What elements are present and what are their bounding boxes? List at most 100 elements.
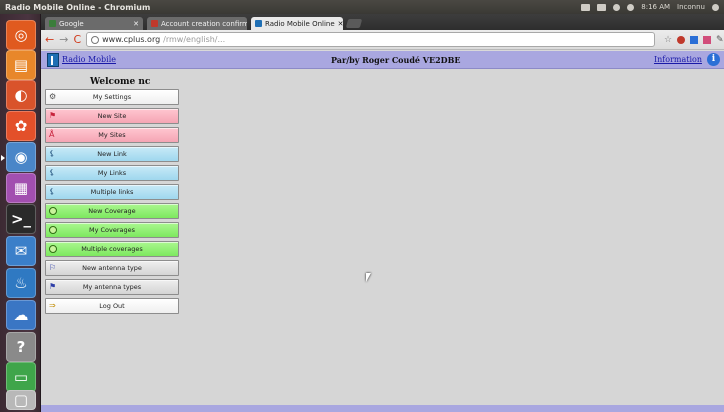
clock[interactable]: 8:16 AM <box>641 3 670 11</box>
coverage-icon <box>49 226 57 234</box>
top-panel: Radio Mobile Online - Chromium 8:16 AM I… <box>0 0 724 14</box>
tab-google[interactable]: Google ✕ <box>45 17 143 30</box>
menu-button-new-coverage[interactable]: New Coverage <box>45 203 179 219</box>
extension-icon[interactable] <box>677 35 685 44</box>
menu-button-label: Multiple coverages <box>81 245 143 253</box>
radio-mobile-logo[interactable] <box>47 53 59 67</box>
settings-icon[interactable]: ✿ <box>6 111 36 141</box>
reload-button[interactable]: C <box>73 34 81 45</box>
antenna-icon: ⚑ <box>49 282 57 291</box>
browser-toolbar: ← → C www.cplus.org/rmw/english/... ☆ ✎ <box>41 30 724 50</box>
menu-button-multiple-links[interactable]: ⚸ Multiple links <box>45 184 179 200</box>
workspace-icon-glyph: ▦ <box>13 179 29 197</box>
messaging-icon-glyph: ✉ <box>14 242 28 260</box>
system-tray: 8:16 AM Inconnu <box>581 3 719 11</box>
close-icon[interactable]: ✕ <box>133 20 139 28</box>
trash-icon[interactable]: ▢ <box>6 390 36 410</box>
settings-icon-glyph: ✿ <box>14 117 28 135</box>
menu-button-label: New Site <box>97 112 127 120</box>
welcome-heading: Welcome nc <box>90 77 151 87</box>
site-home-link[interactable]: Radio Mobile <box>62 55 116 64</box>
mouse-cursor <box>366 273 371 282</box>
menu-button-my-antenna-types[interactable]: ⚑ My antenna types <box>45 279 179 295</box>
firefox-icon-glyph: ◐ <box>14 86 28 104</box>
firefox-icon[interactable]: ◐ <box>6 80 36 110</box>
messaging-icon[interactable]: ✉ <box>6 236 36 266</box>
cloud-icon[interactable]: ☁ <box>6 300 36 330</box>
mail-favicon-icon <box>151 20 158 27</box>
menu-button-new-link[interactable]: ⚸ New Link <box>45 146 179 162</box>
terminal-icon-glyph: >_ <box>10 210 32 228</box>
menu-button-label: New Coverage <box>88 207 136 215</box>
link-icon: ⚸ <box>49 168 55 177</box>
archive-icon-glyph: ▭ <box>13 368 29 386</box>
globe-icon <box>91 35 100 44</box>
menu-button-label: Log Out <box>99 302 125 310</box>
forward-button[interactable]: → <box>59 34 68 45</box>
menu-button-my-settings[interactable]: ⚙ My Settings <box>45 89 179 105</box>
new-tab-button[interactable] <box>345 19 363 28</box>
menu-button-my-sites[interactable]: Å My Sites <box>45 127 179 143</box>
antenna-icon: ⚐ <box>49 263 57 272</box>
chromium-icon-glyph: ◉ <box>14 148 28 166</box>
page-content: Radio Mobile Par/by Roger Coudé VE2DBE I… <box>41 51 724 412</box>
page-footer-bar <box>41 405 724 412</box>
extension-icon[interactable] <box>690 35 698 44</box>
network-icon[interactable] <box>613 3 621 11</box>
menu-button-new-site[interactable]: ⚑ New Site <box>45 108 179 124</box>
address-bar[interactable]: www.cplus.org/rmw/english/... <box>86 32 655 47</box>
site-icon: Å <box>49 130 55 139</box>
url-path: /rmw/english/... <box>163 35 226 44</box>
back-button[interactable]: ← <box>45 34 54 45</box>
info-icon[interactable]: i <box>707 53 720 66</box>
google-favicon-icon <box>49 20 56 27</box>
menu-button-my-links[interactable]: ⚸ My Links <box>45 165 179 181</box>
user-name[interactable]: Inconnu <box>677 3 705 11</box>
logout-icon: ⇒ <box>49 301 56 310</box>
star-icon[interactable]: ☆ <box>664 35 672 44</box>
coverage-icon <box>49 207 57 215</box>
menu-button-label: Multiple links <box>90 188 134 196</box>
menu-button-label: My Settings <box>92 93 132 101</box>
menu-button-label: New antenna type <box>82 264 142 272</box>
trash-icon-glyph: ▢ <box>13 391 29 409</box>
gear-icon: ⚙ <box>49 92 57 101</box>
menu-button-label: My Links <box>97 169 127 177</box>
main-menu: ⚙ My Settings ⚑ New Site Å My Sites ⚸ New Link ⚸… <box>45 89 179 317</box>
close-icon[interactable]: ✕ <box>338 20 343 28</box>
site-icon: ⚑ <box>49 111 57 120</box>
files-icon[interactable]: ▤ <box>6 50 36 80</box>
app-icon-glyph: ♨ <box>14 274 28 292</box>
files-icon-glyph: ▤ <box>13 56 29 74</box>
app-icon[interactable]: ♨ <box>6 268 36 298</box>
ubuntu-logo-icon[interactable]: ◎ <box>6 20 36 50</box>
window-title: Radio Mobile Online - Chromium <box>5 2 151 12</box>
extension-icon[interactable] <box>703 35 711 44</box>
tab-strip: Google ✕ Account creation confirm... ✕ R… <box>41 14 724 30</box>
ubuntu-logo-icon-glyph: ◎ <box>14 26 28 44</box>
author-credit: Par/by Roger Coudé VE2DBE <box>331 55 461 65</box>
information-link[interactable]: Information <box>654 55 702 64</box>
cloud-icon-glyph: ☁ <box>13 306 29 324</box>
battery-icon[interactable] <box>597 3 607 11</box>
power-icon[interactable] <box>712 3 719 11</box>
menu-button-label: My Coverages <box>88 226 136 234</box>
screen: Radio Mobile Online - Chromium 8:16 AM I… <box>0 0 724 412</box>
menu-button-label: My antenna types <box>82 283 142 291</box>
tab-account[interactable]: Account creation confirm... ✕ <box>147 17 247 30</box>
workspace-icon[interactable]: ▦ <box>6 173 36 203</box>
terminal-icon[interactable]: >_ <box>6 204 36 234</box>
chromium-icon[interactable]: ◉ <box>1 142 36 172</box>
menu-button-log-out[interactable]: ⇒ Log Out <box>45 298 179 314</box>
volume-icon[interactable] <box>627 3 635 11</box>
tab-radio-mobile[interactable]: Radio Mobile Online ✕ <box>251 17 343 30</box>
help-icon[interactable]: ? <box>6 332 36 362</box>
archive-icon[interactable]: ▭ <box>6 362 36 392</box>
wrench-icon[interactable]: ✎ <box>716 35 724 44</box>
menu-button-label: New Link <box>97 150 127 158</box>
menu-button-multiple-coverages[interactable]: Multiple coverages <box>45 241 179 257</box>
mail-icon[interactable] <box>581 3 591 11</box>
url-domain: www.cplus.org <box>102 35 161 44</box>
menu-button-new-antenna-type[interactable]: ⚐ New antenna type <box>45 260 179 276</box>
menu-button-my-coverages[interactable]: My Coverages <box>45 222 179 238</box>
